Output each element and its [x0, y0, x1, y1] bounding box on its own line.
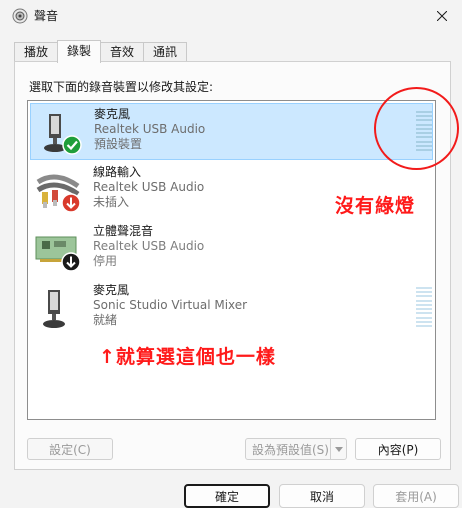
level-meter	[416, 287, 432, 327]
device-driver: Realtek USB Audio	[93, 180, 205, 194]
device-status: 停用	[93, 254, 118, 268]
window-title: 聲音	[34, 9, 59, 23]
speaker-icon	[12, 8, 28, 24]
annotation-circle	[374, 87, 459, 170]
annotation-no-green-light: 沒有綠燈	[335, 195, 416, 217]
default-check-icon	[62, 135, 82, 155]
device-name: 線路輸入	[93, 165, 142, 179]
device-name: 麥克風	[93, 283, 130, 297]
close-button[interactable]	[422, 0, 462, 32]
device-name: 麥克風	[94, 107, 131, 121]
instruction-text: 選取下面的錄音裝置以修改其設定:	[29, 80, 214, 94]
device-status: 未插入	[93, 195, 130, 209]
device-list[interactable]: 麥克風 Realtek USB Audio 預設裝置 線路輸入 Realtek …	[27, 100, 436, 420]
chevron-down-icon[interactable]	[330, 439, 346, 459]
tab-sounds[interactable]: 音效	[100, 42, 145, 62]
configure-button[interactable]: 設定(C)	[27, 438, 113, 460]
device-status: 就緒	[93, 313, 118, 327]
tab-communications[interactable]: 通訊	[143, 42, 188, 62]
tab-recording[interactable]: 錄製	[57, 40, 102, 63]
device-driver: Realtek USB Audio	[93, 239, 205, 253]
set-default-button[interactable]: 設為預設值(S)	[245, 438, 347, 460]
tab-strip: 播放 錄製 音效 通訊	[14, 40, 188, 63]
device-item-stereo-mix[interactable]: 立體聲混音 Realtek USB Audio 停用	[30, 221, 433, 278]
close-icon	[437, 11, 447, 21]
device-status: 預設裝置	[94, 137, 143, 151]
microphone-icon	[43, 290, 65, 328]
unplugged-arrow-icon	[61, 193, 81, 213]
properties-button[interactable]: 內容(P)	[355, 438, 441, 460]
device-driver: Sonic Studio Virtual Mixer	[93, 298, 248, 312]
cancel-button[interactable]: 取消	[279, 484, 365, 508]
device-item-microphone-realtek[interactable]: 麥克風 Realtek USB Audio 預設裝置	[30, 103, 433, 160]
annotation-even-this-one: ↑就算選這個也一樣	[99, 346, 276, 368]
device-name: 立體聲混音	[93, 224, 154, 238]
tab-playback[interactable]: 播放	[14, 42, 59, 62]
device-driver: Realtek USB Audio	[94, 122, 206, 136]
title-bar: 聲音	[0, 0, 462, 32]
ok-button[interactable]: 確定	[184, 484, 270, 508]
set-default-label: 設為預設值(S)	[252, 442, 329, 457]
disabled-arrow-icon	[61, 252, 81, 272]
apply-button[interactable]: 套用(A)	[373, 484, 459, 508]
device-item-microphone-sonic[interactable]: 麥克風 Sonic Studio Virtual Mixer 就緒	[30, 280, 433, 337]
